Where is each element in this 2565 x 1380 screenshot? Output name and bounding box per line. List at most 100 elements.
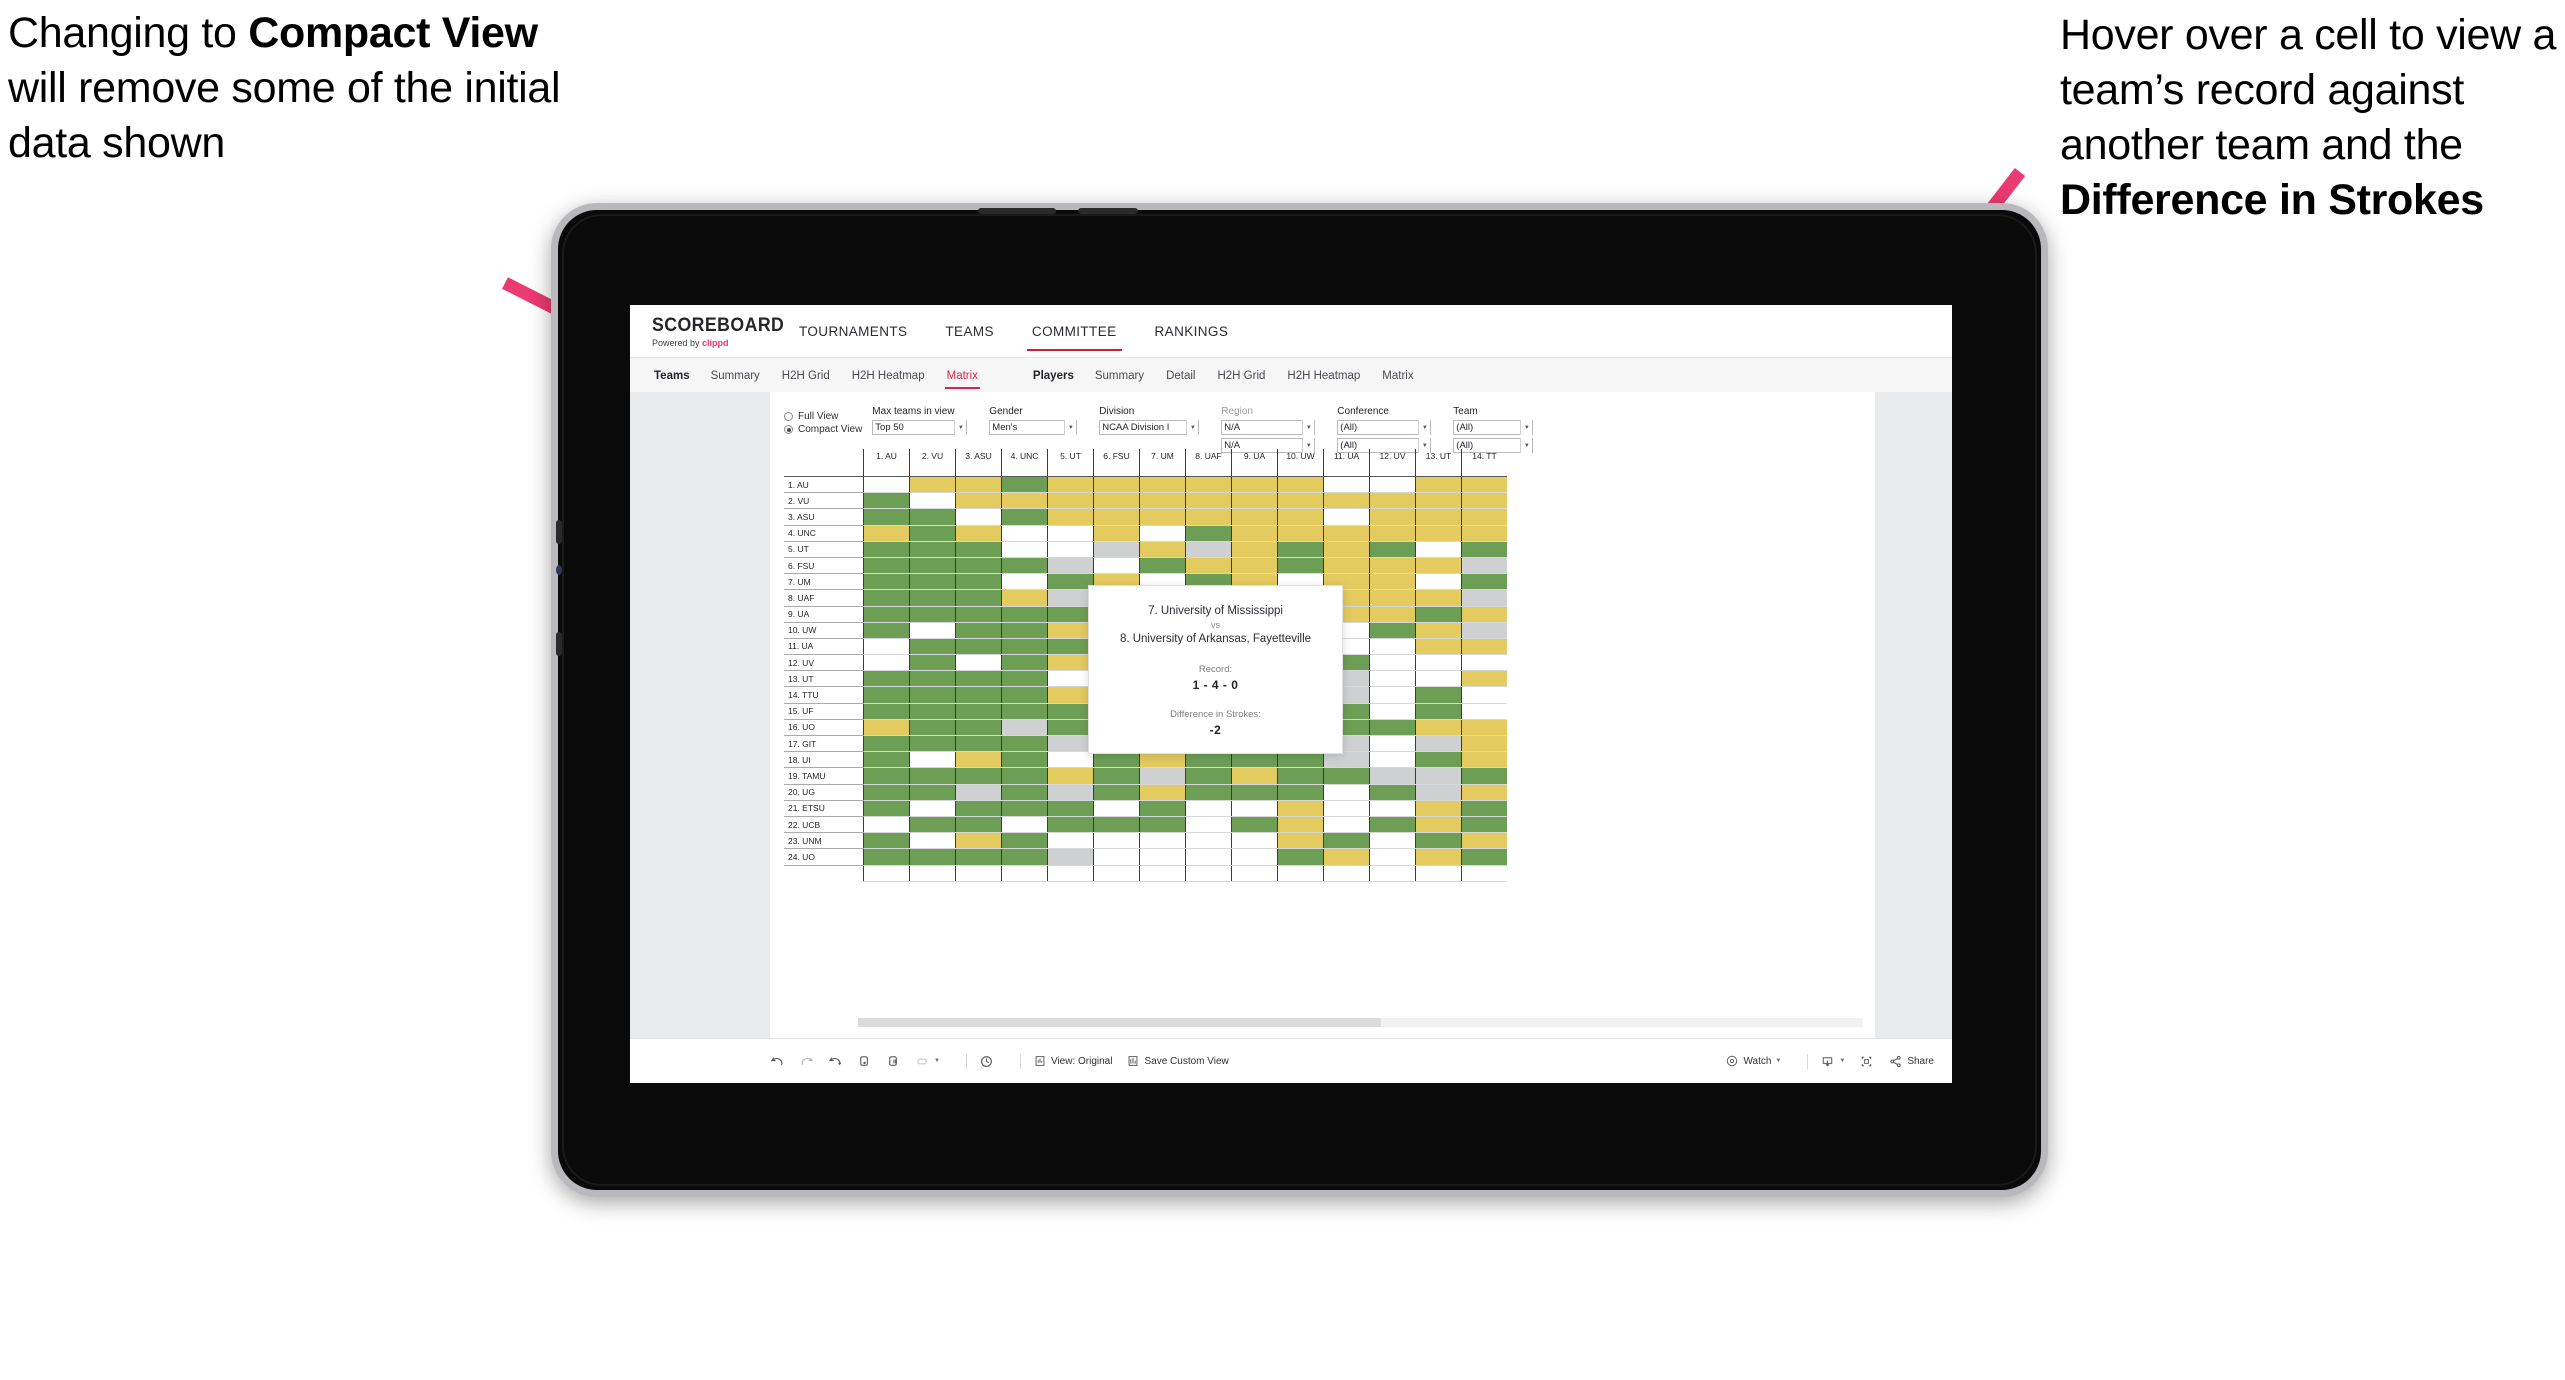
- matrix-cell[interactable]: [1323, 541, 1370, 558]
- matrix-cell[interactable]: [1323, 848, 1370, 866]
- matrix-cell[interactable]: [863, 816, 910, 834]
- radio-compact-view-dot[interactable]: [784, 425, 793, 434]
- matrix-cell[interactable]: [1185, 492, 1232, 510]
- matrix-column-header[interactable]: 3. ASU: [955, 449, 1002, 477]
- matrix-cell[interactable]: [1185, 541, 1232, 558]
- matrix-cell[interactable]: [1461, 751, 1507, 769]
- subtab-teams-matrix[interactable]: Matrix: [936, 370, 989, 389]
- power-button[interactable]: [978, 208, 1056, 214]
- matrix-cell[interactable]: [1461, 638, 1507, 656]
- matrix-row-header[interactable]: 1. AU: [784, 476, 864, 494]
- matrix-cell[interactable]: [1461, 784, 1507, 801]
- region-select-1[interactable]: N/A: [1221, 420, 1316, 435]
- matrix-cell[interactable]: [1415, 832, 1462, 850]
- matrix-cell[interactable]: [1139, 848, 1186, 866]
- matrix-cell[interactable]: [955, 800, 1002, 817]
- matrix-cell[interactable]: [1323, 832, 1370, 850]
- matrix-cell[interactable]: [1415, 751, 1462, 769]
- matrix-cell[interactable]: [909, 719, 956, 737]
- matrix-cell[interactable]: [1093, 784, 1140, 801]
- nav-item-committee[interactable]: COMMITTEE: [1013, 305, 1136, 357]
- matrix-cell[interactable]: [1323, 508, 1370, 526]
- matrix-cell[interactable]: [1185, 816, 1232, 834]
- matrix-cell[interactable]: [1415, 638, 1462, 656]
- matrix-cell[interactable]: [863, 606, 910, 623]
- matrix-cell[interactable]: [909, 751, 956, 769]
- matrix-cell[interactable]: [1277, 476, 1324, 494]
- matrix-column-header[interactable]: 13. UT: [1415, 449, 1462, 477]
- max-teams-select-wrap[interactable]: Top 50 ▼: [872, 420, 968, 435]
- matrix-cell[interactable]: [1001, 832, 1048, 850]
- matrix-cell[interactable]: [1461, 800, 1507, 817]
- subtab-players-detail[interactable]: Detail: [1155, 370, 1206, 382]
- matrix-cell[interactable]: [1415, 606, 1462, 623]
- matrix-cell[interactable]: [1369, 557, 1416, 575]
- matrix-cell[interactable]: [909, 541, 956, 558]
- matrix-cell[interactable]: [909, 767, 956, 785]
- matrix-cell[interactable]: [1047, 492, 1094, 510]
- matrix-cell[interactable]: [955, 654, 1002, 672]
- matrix-row-header[interactable]: 10. UW: [784, 622, 864, 639]
- matrix-cell[interactable]: [1047, 832, 1094, 850]
- matrix-cell[interactable]: [863, 654, 910, 672]
- matrix-cell[interactable]: [1461, 654, 1507, 672]
- matrix-cell[interactable]: [1001, 751, 1048, 769]
- matrix-cell[interactable]: [1093, 816, 1140, 834]
- radio-full-view-dot[interactable]: [784, 412, 793, 421]
- matrix-row-header[interactable]: 3. ASU: [784, 508, 864, 526]
- matrix-cell[interactable]: [863, 508, 910, 526]
- matrix-cell[interactable]: [1001, 492, 1048, 510]
- matrix-cell[interactable]: [863, 573, 910, 591]
- matrix-cell[interactable]: [909, 703, 956, 720]
- conference-select-1[interactable]: (All): [1337, 420, 1432, 435]
- matrix-cell[interactable]: [1001, 719, 1048, 737]
- matrix-cell[interactable]: [1185, 832, 1232, 850]
- team-select-1[interactable]: (All): [1453, 420, 1534, 435]
- subtab-teams-h2h-grid[interactable]: H2H Grid: [771, 370, 841, 382]
- matrix-cell[interactable]: [863, 784, 910, 801]
- matrix-cell[interactable]: [1369, 848, 1416, 866]
- subtab-teams-h2h-heatmap[interactable]: H2H Heatmap: [841, 370, 936, 382]
- subtab-players-h2h-grid[interactable]: H2H Grid: [1206, 370, 1276, 382]
- matrix-cell[interactable]: [1231, 751, 1278, 769]
- matrix-cell[interactable]: [955, 832, 1002, 850]
- matrix-cell[interactable]: [1415, 767, 1462, 785]
- matrix-cell[interactable]: [909, 525, 956, 542]
- matrix-cell[interactable]: [1461, 703, 1507, 720]
- matrix-cell[interactable]: [1461, 476, 1507, 494]
- matrix-cell[interactable]: [909, 638, 956, 656]
- matrix-cell[interactable]: [1369, 476, 1416, 494]
- matrix-cell[interactable]: [1277, 832, 1324, 850]
- matrix-cell[interactable]: [1231, 832, 1278, 850]
- matrix-cell[interactable]: [909, 557, 956, 575]
- matrix-cell[interactable]: [1001, 670, 1048, 688]
- matrix-cell[interactable]: [1415, 848, 1462, 866]
- matrix-cell[interactable]: [863, 541, 910, 558]
- matrix-cell[interactable]: [1415, 654, 1462, 672]
- matrix-cell[interactable]: [1369, 767, 1416, 785]
- matrix-cell[interactable]: [1369, 686, 1416, 704]
- subtab-players-summary[interactable]: Summary: [1084, 370, 1155, 382]
- matrix-cell[interactable]: [1185, 476, 1232, 494]
- matrix-cell[interactable]: [1461, 832, 1507, 850]
- fullscreen-button[interactable]: [1859, 1054, 1874, 1069]
- matrix-cell[interactable]: [1461, 816, 1507, 834]
- matrix-cell[interactable]: [1185, 767, 1232, 785]
- brand-logo[interactable]: SCOREBOARD Powered by clippd: [630, 305, 784, 357]
- matrix-cell[interactable]: [1185, 557, 1232, 575]
- division-select[interactable]: NCAA Division I: [1099, 420, 1200, 435]
- matrix-cell[interactable]: [909, 654, 956, 672]
- pause-auto-update-icon[interactable]: [886, 1054, 901, 1069]
- matrix-cell[interactable]: [863, 589, 910, 607]
- matrix-cell[interactable]: [909, 800, 956, 817]
- matrix-cell[interactable]: [909, 508, 956, 526]
- matrix-cell[interactable]: [1323, 767, 1370, 785]
- matrix-cell[interactable]: [1323, 800, 1370, 817]
- matrix-column-header[interactable]: 6. FSU: [1093, 449, 1140, 477]
- matrix-cell[interactable]: [955, 848, 1002, 866]
- matrix-column-header[interactable]: 9. UA: [1231, 449, 1278, 477]
- matrix-cell[interactable]: [1139, 832, 1186, 850]
- matrix-cell[interactable]: [863, 848, 910, 866]
- matrix-cell[interactable]: [863, 476, 910, 494]
- highlight-icon[interactable]: ▼: [915, 1054, 940, 1069]
